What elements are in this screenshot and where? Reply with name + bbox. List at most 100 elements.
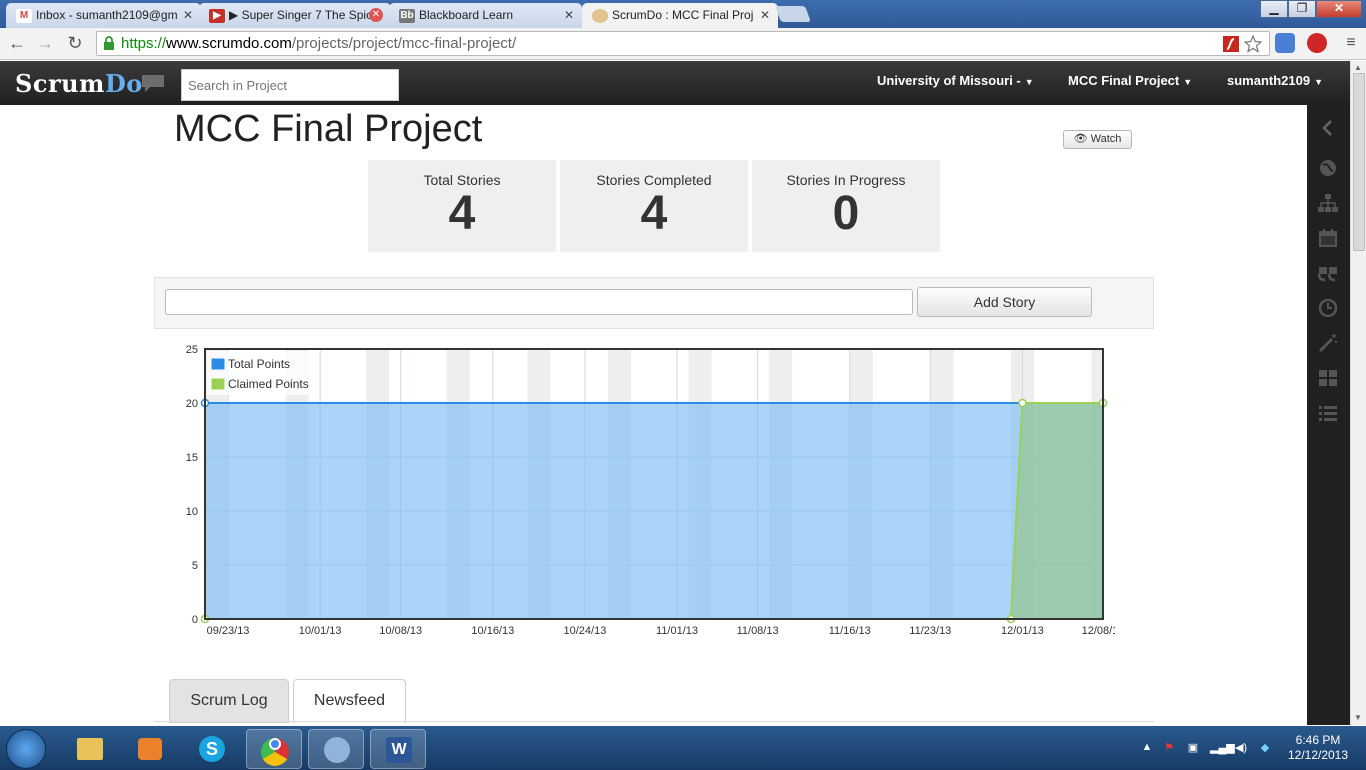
org-menu-label: University of Missouri - [877,73,1021,88]
stat-value: 0 [832,187,860,240]
y-tick-label: 5 [192,560,198,572]
media-player-icon[interactable] [122,729,178,769]
y-tick-label: 25 [186,344,198,356]
address-bar[interactable]: https://www.scrumdo.com/projects/project… [96,31,1270,56]
stat-value: 4 [640,187,668,240]
new-tab-button[interactable] [775,6,811,22]
taskbar-clock[interactable]: 6:46 PM 12/12/2013 [1280,733,1356,763]
collapse-chevron-icon[interactable] [1317,117,1339,139]
project-menu-label: MCC Final Project [1068,73,1180,88]
user-menu[interactable]: sumanth2109 ▼ [1227,73,1323,88]
x-tick-label: 10/01/13 [299,625,342,637]
stat-total-stories: Total Stories 4 [368,160,556,252]
action-center-icon[interactable]: ⚑ [1162,741,1176,755]
minimize-button[interactable]: ▁ [1260,0,1288,18]
dropbox-icon[interactable]: ◆ [1258,741,1272,755]
calendar-icon[interactable] [1317,227,1339,249]
list-icon[interactable] [1317,402,1339,424]
tab-title: ▶ Super Singer 7 The Spic [229,8,373,22]
x-tick-label: 12/01/13 [1001,625,1044,637]
user-menu-label: sumanth2109 [1227,73,1311,88]
url-host: www.scrumdo.com [166,35,292,52]
app-window-icon[interactable] [308,729,364,769]
chart-x-axis: 09/23/13 10/01/13 10/08/13 10/16/13 10/24/13… [207,625,1115,637]
legend-label: Total Points [228,357,290,371]
x-tick-label: 10/16/13 [471,625,514,637]
cloud-extension-icon[interactable] [1275,33,1295,53]
logo-main: Scrum [15,69,105,98]
legend-swatch [210,357,226,371]
app-header: ScrumDo University of Missouri -▼ MCC Fi… [0,61,1350,105]
browser-tab-scrumdo[interactable]: ScrumDo : MCC Final Proj ✕ [582,3,778,29]
adblock-extension-icon[interactable] [1307,33,1327,53]
close-icon[interactable]: ✕ [369,8,383,22]
x-tick-label: 11/23/13 [909,625,951,637]
scrumdo-logo[interactable]: ScrumDo [15,69,143,98]
chat-icon[interactable] [140,73,166,93]
y-tick-label: 20 [186,398,198,410]
close-icon[interactable]: ✕ [564,8,574,22]
tray-expand-icon[interactable]: ▲ [1140,741,1154,755]
scroll-down-icon[interactable]: ▼ [1354,713,1362,722]
scrumdo-icon [592,9,608,23]
blackboard-icon: Bb [399,9,415,23]
quote-icon[interactable] [1317,262,1339,284]
logo-accent: Do [104,69,143,98]
back-arrow-icon[interactable]: ← [6,32,28,54]
flash-icon[interactable] [1222,35,1240,53]
globe-icon[interactable] [1317,157,1339,179]
forward-arrow-icon[interactable]: → [34,32,56,54]
x-tick-label: 11/01/13 [656,625,698,637]
chart-legend: Total Points Claimed Points [207,351,317,395]
close-icon[interactable]: ✕ [760,8,770,22]
legend-label: Claimed Points [228,377,309,391]
menu-icon[interactable]: ≡ [1340,32,1362,54]
word-icon[interactable]: W [370,729,426,769]
clock-icon[interactable] [1317,297,1339,319]
scroll-thumb[interactable] [1353,73,1365,251]
legend-swatch [210,377,226,391]
project-menu[interactable]: MCC Final Project ▼ [1068,73,1192,88]
search-input[interactable] [181,69,399,101]
windows-taskbar: S W ▲ ⚑ ▣ ▂▄▆ ◀) ◆ 6:46 PM 12/12/2013 [0,726,1366,770]
x-tick-label: 10/24/13 [564,625,607,637]
browser-tab-youtube[interactable]: ▶ ▶ Super Singer 7 The Spic ✕ [199,3,391,28]
magic-wand-icon[interactable] [1317,332,1339,354]
tab-newsfeed[interactable]: Newsfeed [293,679,406,723]
chrome-icon[interactable] [246,729,302,769]
right-sidebar [1307,105,1350,725]
x-tick-label: 12/08/13 [1082,625,1115,637]
story-input[interactable] [165,289,913,315]
stat-value: 4 [448,187,476,240]
add-story-panel: Add Story [154,277,1154,329]
eye-icon: 👁︎ [1073,133,1091,145]
maximize-button[interactable]: ❐ [1288,0,1316,18]
y-tick-label: 10 [186,506,198,518]
network-signal-icon[interactable]: ▂▄▆ [1210,741,1235,755]
add-story-button[interactable]: Add Story [917,287,1092,317]
page-scrollbar[interactable]: ▲ ▼ [1350,61,1366,725]
volume-icon[interactable]: ◀) [1234,741,1248,755]
x-tick-label: 11/08/13 [737,625,779,637]
close-icon[interactable]: ✕ [183,8,193,22]
bookmark-star-icon[interactable] [1244,35,1262,53]
watch-button[interactable]: 👁︎ Watch [1063,130,1132,149]
scroll-up-icon[interactable]: ▲ [1354,63,1362,72]
browser-tab-blackboard[interactable]: Bb Blackboard Learn ✕ [389,3,582,28]
stat-label: Total Stories [423,172,501,188]
series-area-0 [205,403,1103,619]
usb-icon[interactable]: ▣ [1186,741,1200,755]
tab-title: ScrumDo : MCC Final Proj [612,8,754,22]
hierarchy-icon[interactable] [1317,192,1339,214]
skype-icon[interactable]: S [184,729,240,769]
start-button[interactable] [6,729,46,769]
browser-tab-gmail[interactable]: M Inbox - sumanth2109@gm ✕ [6,3,201,28]
explorer-icon[interactable] [62,729,118,769]
org-menu[interactable]: University of Missouri - ▼ [877,73,1034,88]
reload-icon[interactable]: ↻ [64,32,86,54]
window-close-button[interactable]: ✕ [1316,0,1362,18]
dashboard-grid-icon[interactable] [1317,367,1339,389]
chevron-down-icon: ▼ [1314,77,1324,87]
tab-scrum-log[interactable]: Scrum Log [169,679,289,723]
chevron-down-icon: ▼ [1024,77,1034,87]
